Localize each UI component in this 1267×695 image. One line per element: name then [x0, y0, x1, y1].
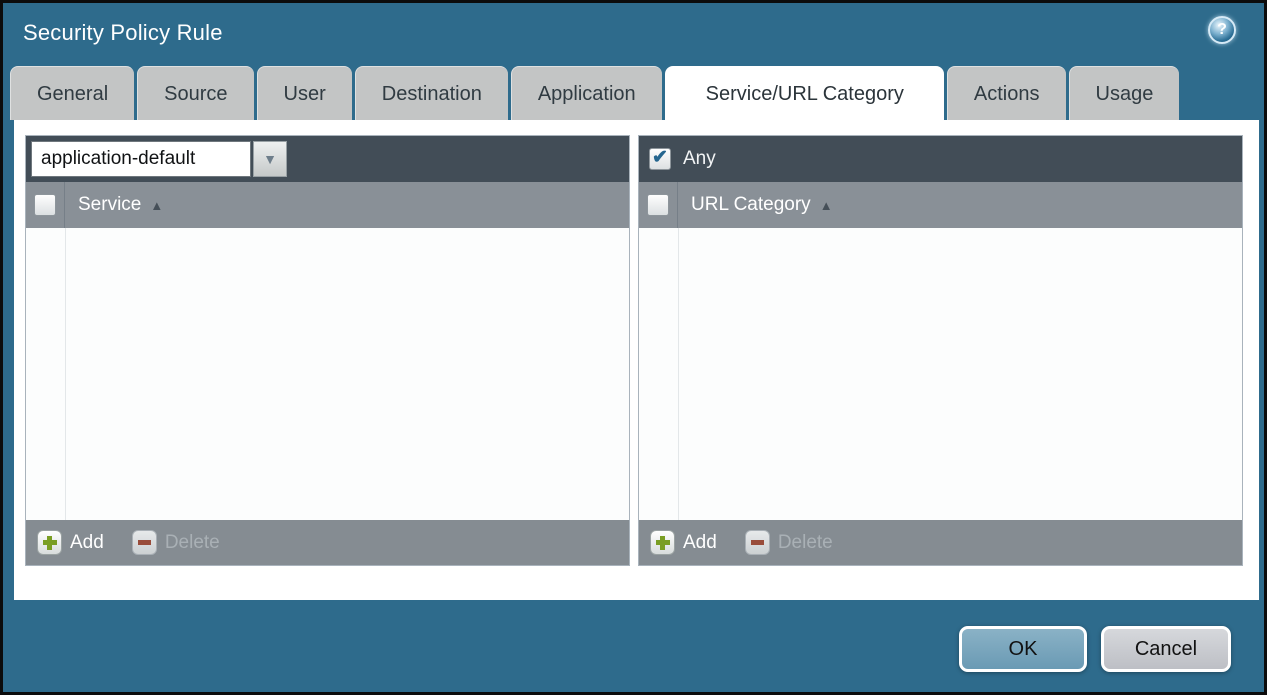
minus-icon: [744, 530, 770, 555]
service-add-button[interactable]: Add: [37, 530, 104, 555]
service-footer: Add Delete: [26, 520, 629, 565]
title-bar: Security Policy Rule ?: [3, 3, 1264, 65]
sort-asc-icon[interactable]: ▲: [150, 198, 163, 213]
service-select-all-cell: [26, 182, 65, 228]
url-category-select-all-checkbox[interactable]: [647, 194, 669, 216]
tab-usage[interactable]: Usage: [1068, 66, 1180, 120]
cancel-button[interactable]: Cancel: [1101, 626, 1231, 672]
add-button-label: Add: [70, 531, 104, 553]
dialog-button-row: OK Cancel: [959, 626, 1231, 672]
service-column-header: Service ▲: [26, 182, 629, 228]
service-type-dropdown[interactable]: application-default ▼: [31, 141, 287, 177]
dropdown-arrow-button[interactable]: ▼: [253, 141, 287, 177]
url-category-panel: ✔ Any URL Category ▲ Add Delete: [638, 135, 1243, 566]
url-category-footer: Add Delete: [639, 520, 1242, 565]
tab-content: application-default ▼ Service ▲ Add Dele…: [14, 120, 1259, 600]
help-icon-glyph: ?: [1217, 21, 1227, 38]
url-category-add-button[interactable]: Add: [650, 530, 717, 555]
url-category-list-body[interactable]: [639, 228, 1242, 520]
sort-asc-icon[interactable]: ▲: [820, 198, 833, 213]
service-delete-button[interactable]: Delete: [131, 530, 220, 555]
url-category-delete-button[interactable]: Delete: [744, 530, 833, 555]
url-category-select-all-cell: [639, 182, 678, 228]
delete-button-label: Delete: [164, 531, 220, 553]
help-icon[interactable]: ?: [1208, 16, 1236, 44]
tab-source[interactable]: Source: [137, 66, 254, 120]
service-list-body[interactable]: [26, 228, 629, 520]
security-policy-rule-dialog: Security Policy Rule ? General Source Us…: [0, 0, 1267, 695]
dialog-title: Security Policy Rule: [23, 20, 223, 45]
tab-destination[interactable]: Destination: [354, 66, 508, 120]
tab-actions[interactable]: Actions: [946, 66, 1066, 120]
url-category-column-header: URL Category ▲: [639, 182, 1242, 228]
url-category-column-label: URL Category: [691, 194, 811, 215]
any-label: Any: [683, 148, 716, 169]
plus-icon: [650, 530, 675, 555]
tab-application[interactable]: Application: [510, 66, 662, 120]
check-icon: ✔: [652, 147, 668, 168]
minus-icon: [131, 530, 157, 555]
tab-general[interactable]: General: [10, 66, 135, 120]
ok-button[interactable]: OK: [959, 626, 1087, 672]
url-category-toolbar: ✔ Any: [639, 136, 1242, 182]
tab-user[interactable]: User: [256, 66, 352, 120]
service-column-label: Service: [78, 194, 142, 215]
delete-button-label: Delete: [777, 531, 833, 553]
service-toolbar: application-default ▼: [26, 136, 629, 182]
service-panel: application-default ▼ Service ▲ Add Dele…: [25, 135, 630, 566]
service-select-all-checkbox[interactable]: [34, 194, 56, 216]
any-checkbox[interactable]: ✔: [649, 148, 671, 170]
plus-icon: [37, 530, 62, 555]
service-type-dropdown-value[interactable]: application-default: [31, 141, 251, 177]
tab-service-url-category[interactable]: Service/URL Category: [664, 66, 944, 120]
any-checkbox-row: ✔ Any: [644, 148, 716, 170]
chevron-down-icon: ▼: [263, 151, 277, 167]
add-button-label: Add: [683, 531, 717, 553]
tab-bar: General Source User Destination Applicat…: [10, 66, 1180, 120]
